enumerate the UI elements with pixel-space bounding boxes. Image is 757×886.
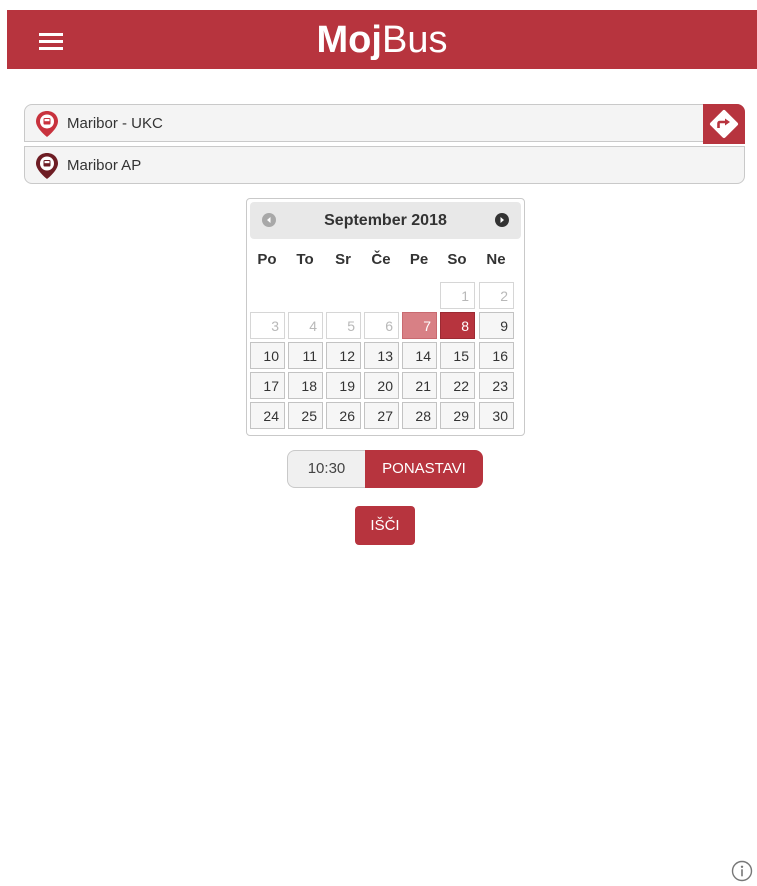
bus-stop-pin-icon xyxy=(36,153,58,179)
weekday-header: Po xyxy=(257,251,277,268)
calendar-day[interactable]: 12 xyxy=(326,342,361,369)
swap-route-button[interactable] xyxy=(703,104,745,144)
calendar-day: 6 xyxy=(364,312,399,339)
calendar-day[interactable]: 14 xyxy=(402,342,437,369)
calendar-day[interactable]: 15 xyxy=(440,342,475,369)
weekday-header: To xyxy=(296,251,314,268)
calendar-day[interactable]: 25 xyxy=(288,402,323,429)
calendar-day[interactable]: 21 xyxy=(402,372,437,399)
calendar-day[interactable]: 16 xyxy=(479,342,514,369)
calendar-day: 5 xyxy=(326,312,361,339)
calendar-day[interactable]: 27 xyxy=(364,402,399,429)
calendar-header: September 2018 xyxy=(250,202,521,239)
calendar-day[interactable]: 13 xyxy=(364,342,399,369)
info-icon[interactable] xyxy=(731,860,753,882)
arrival-station-field[interactable]: Maribor AP xyxy=(24,146,745,184)
calendar-day: 3 xyxy=(250,312,285,339)
calendar-month-title: September 2018 xyxy=(324,212,447,229)
weekday-header: Sr xyxy=(335,251,351,268)
calendar-day[interactable]: 11 xyxy=(288,342,323,369)
calendar-day[interactable]: 8 xyxy=(440,312,475,339)
directions-icon xyxy=(709,109,739,139)
calendar-day[interactable]: 30 xyxy=(479,402,514,429)
calendar-day[interactable]: 20 xyxy=(364,372,399,399)
calendar-day[interactable]: 22 xyxy=(440,372,475,399)
time-input[interactable]: 10:30 xyxy=(287,450,365,488)
reset-button[interactable]: PONASTAVI xyxy=(365,450,483,488)
departure-station-field[interactable]: Maribor - UKC xyxy=(24,104,745,144)
date-picker: September 2018 Po To Sr Če Pe So Ne 1 2 3 4 5 6 7 8 9 10… xyxy=(246,198,525,436)
calendar-day: 1 xyxy=(440,282,475,309)
bus-stop-pin-icon xyxy=(36,111,58,137)
calendar-day[interactable]: 23 xyxy=(479,372,514,399)
arrival-station-label: Maribor AP xyxy=(67,157,142,174)
calendar-day[interactable]: 10 xyxy=(250,342,285,369)
app-header: MojBus xyxy=(7,10,757,69)
weekday-header: Če xyxy=(371,251,391,268)
weekday-header: Ne xyxy=(486,251,506,268)
app-logo: MojBus xyxy=(316,19,448,61)
calendar-day[interactable]: 26 xyxy=(326,402,361,429)
next-month-icon[interactable] xyxy=(495,213,509,227)
calendar-day[interactable]: 9 xyxy=(479,312,514,339)
departure-station-label: Maribor - UKC xyxy=(67,115,163,132)
calendar-day: 4 xyxy=(288,312,323,339)
calendar-day[interactable]: 7 xyxy=(402,312,437,339)
calendar-day[interactable]: 18 xyxy=(288,372,323,399)
search-button[interactable]: IŠČI xyxy=(355,506,415,545)
calendar-day[interactable]: 17 xyxy=(250,372,285,399)
weekday-header: So xyxy=(447,251,467,268)
calendar-day[interactable]: 29 xyxy=(440,402,475,429)
calendar-day[interactable]: 28 xyxy=(402,402,437,429)
calendar-day[interactable]: 24 xyxy=(250,402,285,429)
calendar-day: 2 xyxy=(479,282,514,309)
weekday-header: Pe xyxy=(409,251,429,268)
calendar-day[interactable]: 19 xyxy=(326,372,361,399)
